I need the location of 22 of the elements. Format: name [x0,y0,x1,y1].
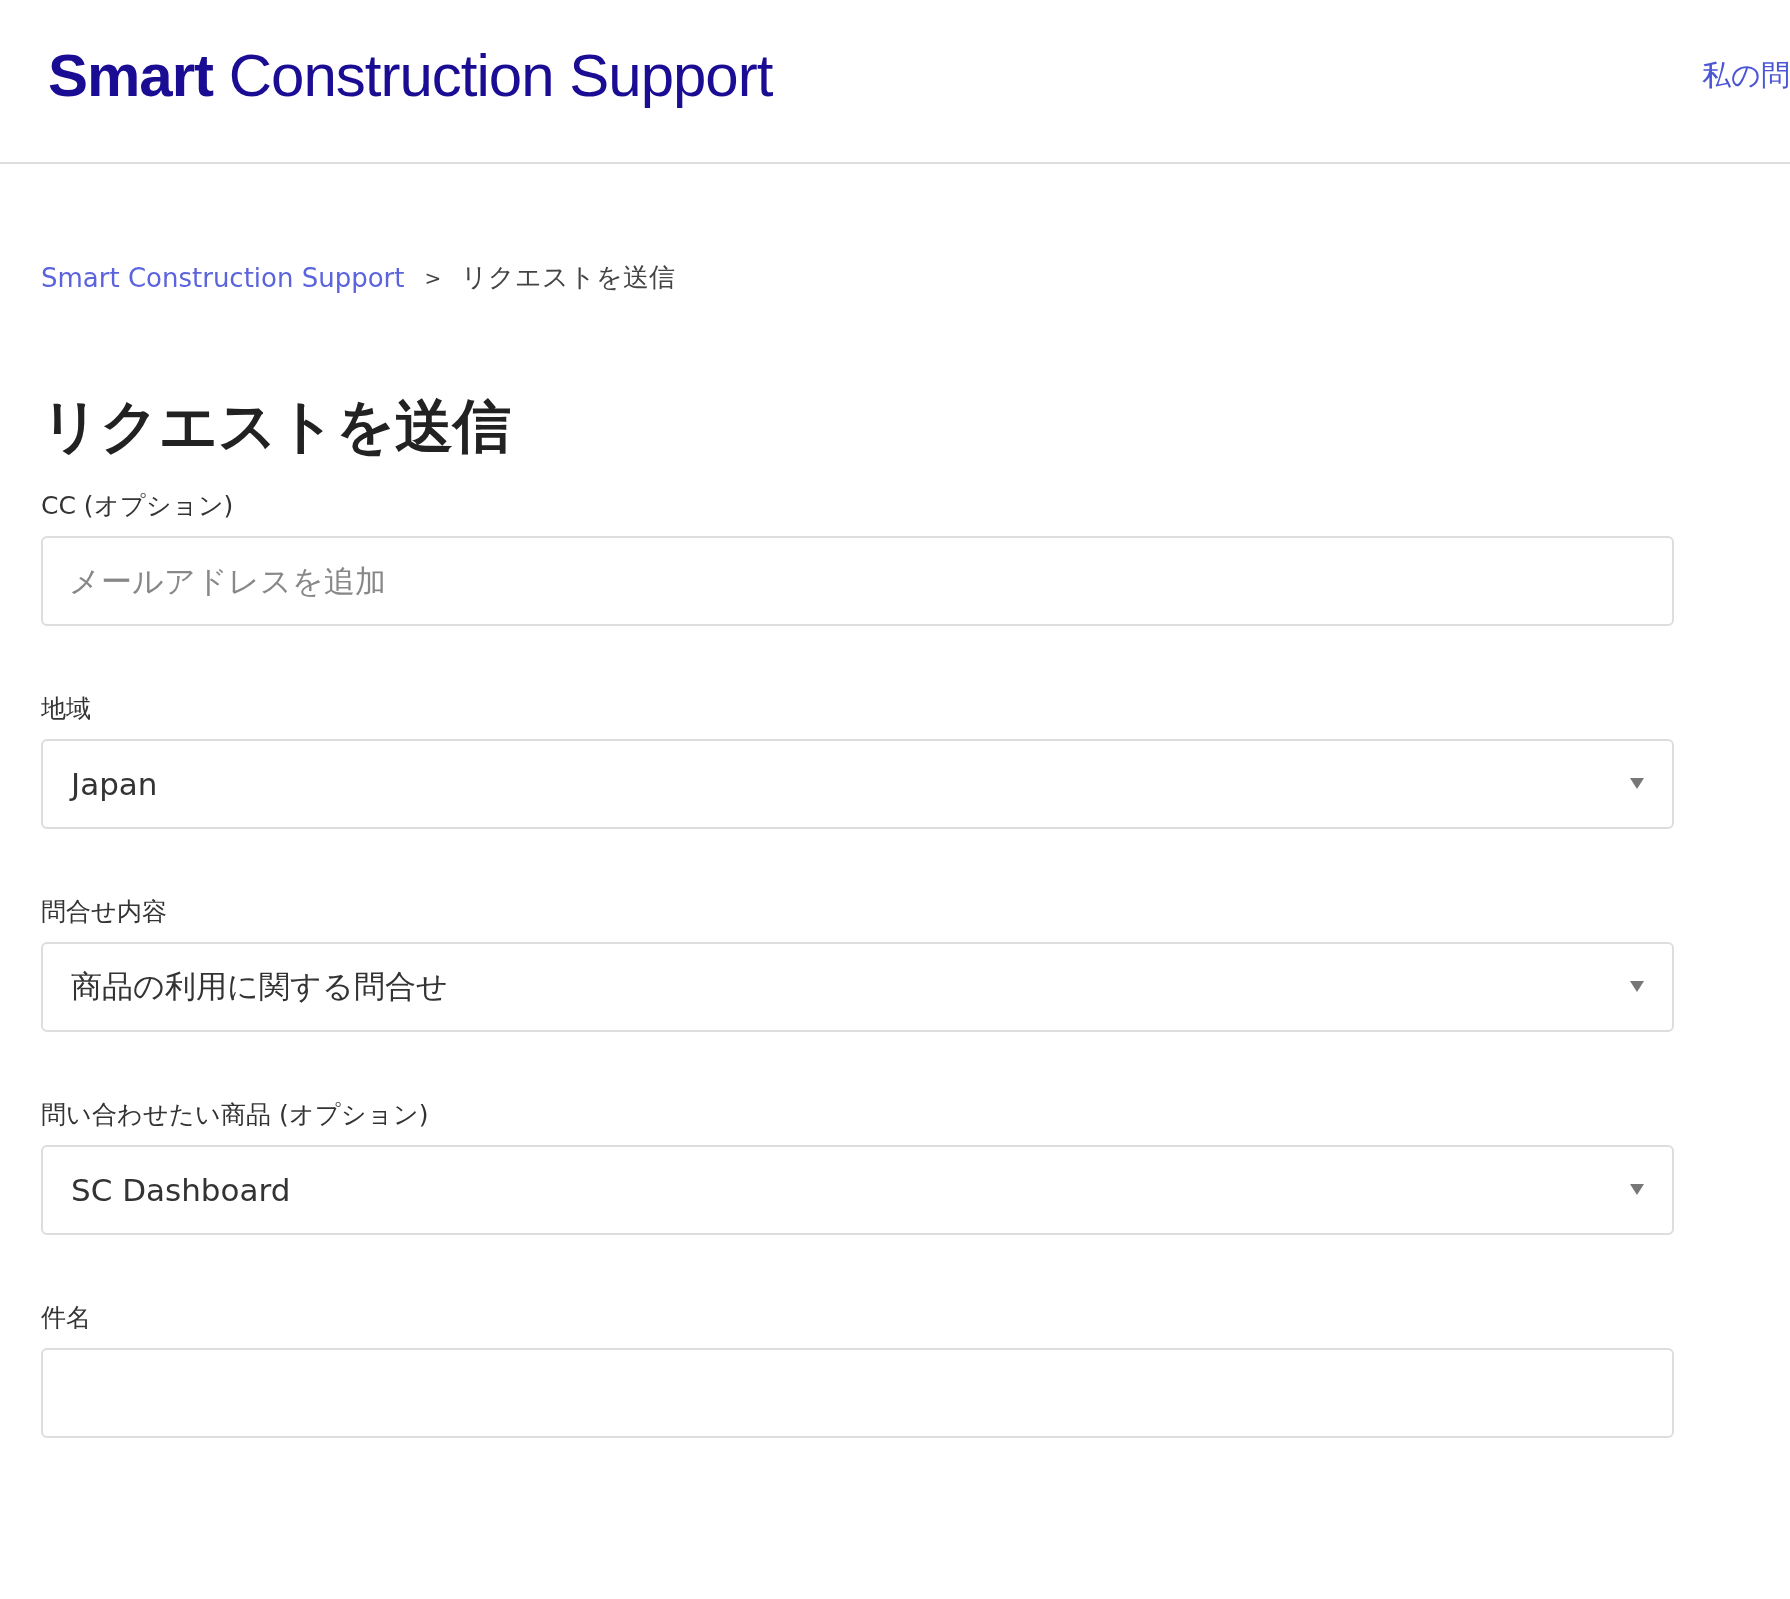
field-label: 件名 [41,1301,92,1334]
breadcrumb-separator: > [424,265,442,290]
nav-link[interactable]: 私の問 [1702,56,1790,106]
dropdown-caret-icon [1630,778,1644,790]
select-field[interactable]: Japan [41,738,1674,829]
select-value: Japan [71,765,158,802]
select-value: SC Dashboard [71,1171,291,1208]
field-label: CC (オプション) [41,489,235,522]
select-field[interactable]: SC Dashboard [41,1144,1674,1235]
breadcrumb-link[interactable]: Smart Construction Support [41,262,405,293]
field-label: 問合せ内容 [41,895,168,928]
dropdown-caret-icon [1630,1184,1644,1196]
dropdown-caret-icon [1630,981,1644,993]
select-field[interactable]: 商品の利用に関する問合せ [41,941,1674,1032]
breadcrumb-current: リクエストを送信 [461,261,676,294]
input-field[interactable] [41,1347,1674,1438]
site-logo[interactable]: Smart Construction Support [48,40,773,122]
field-label: 地域 [41,692,92,725]
field-label: 問い合わせたい商品 (オプション) [41,1098,430,1131]
select-value: 商品の利用に関する問合せ [71,966,448,1006]
page-title: リクエストを送信 [41,395,512,459]
input-field[interactable]: メールアドレスを追加 [41,535,1674,626]
